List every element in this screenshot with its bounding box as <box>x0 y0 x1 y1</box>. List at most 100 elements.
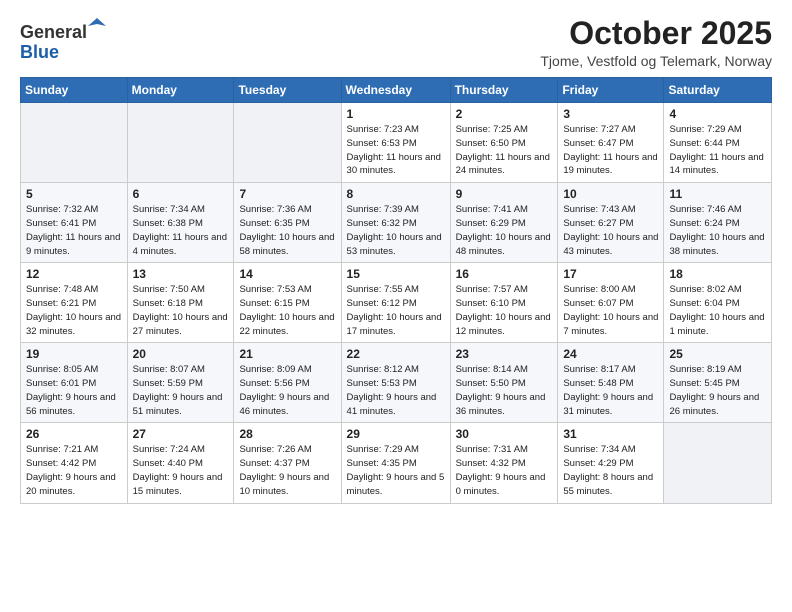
calendar-cell: 5Sunrise: 7:32 AM Sunset: 6:41 PM Daylig… <box>21 183 128 263</box>
day-info: Sunrise: 7:55 AM Sunset: 6:12 PM Dayligh… <box>347 283 445 338</box>
day-number: 23 <box>456 347 553 361</box>
day-info: Sunrise: 7:26 AM Sunset: 4:37 PM Dayligh… <box>239 443 335 498</box>
col-friday: Friday <box>558 78 664 103</box>
calendar-week-5: 26 Sunrise: 7:21 AM Sunset: 4:42 PM Dayli… <box>21 423 772 503</box>
col-wednesday: Wednesday <box>341 78 450 103</box>
day-number: 31 <box>563 427 658 441</box>
calendar-cell: 1Sunrise: 7:23 AM Sunset: 6:53 PM Daylig… <box>341 103 450 183</box>
day-info: Sunrise: 8:05 AM Sunset: 6:01 PM Dayligh… <box>26 363 122 418</box>
day-info: Sunrise: 7:25 AM Sunset: 6:50 PM Dayligh… <box>456 123 553 178</box>
day-info: Sunrise: 7:27 AM Sunset: 6:47 PM Dayligh… <box>563 123 658 178</box>
day-info: Sunrise: 7:41 AM Sunset: 6:29 PM Dayligh… <box>456 203 553 258</box>
calendar-cell: 22Sunrise: 8:12 AM Sunset: 5:53 PM Dayli… <box>341 343 450 423</box>
day-info: Sunrise: 7:29 AM Sunset: 6:44 PM Dayligh… <box>669 123 766 178</box>
day-number: 9 <box>456 187 553 201</box>
calendar-cell: 31Sunrise: 7:34 AM Sunset: 4:29 PM Dayli… <box>558 423 664 503</box>
calendar-cell: 6Sunrise: 7:34 AM Sunset: 6:38 PM Daylig… <box>127 183 234 263</box>
calendar-cell: 12Sunrise: 7:48 AM Sunset: 6:21 PM Dayli… <box>21 263 128 343</box>
calendar-cell: 29 Sunrise: 7:29 AM Sunset: 4:35 PM Dayli… <box>341 423 450 503</box>
calendar-cell: 16 Sunrise: 7:57 AM Sunset: 6:10 PM Dayli… <box>450 263 558 343</box>
day-number: 12 <box>26 267 122 281</box>
day-number: 17 <box>563 267 658 281</box>
day-info: Sunrise: 7:34 AM Sunset: 6:38 PM Dayligh… <box>133 203 229 258</box>
day-number: 8 <box>347 187 445 201</box>
calendar-cell: 20 Sunrise: 8:07 AM Sunset: 5:59 PM Dayli… <box>127 343 234 423</box>
calendar-cell: 10 Sunrise: 7:43 AM Sunset: 6:27 PM Dayli… <box>558 183 664 263</box>
col-monday: Monday <box>127 78 234 103</box>
day-number: 11 <box>669 187 766 201</box>
calendar-cell: 28Sunrise: 7:26 AM Sunset: 4:37 PM Dayli… <box>234 423 341 503</box>
calendar-cell: 13 Sunrise: 7:50 AM Sunset: 6:18 PM Dayli… <box>127 263 234 343</box>
day-number: 7 <box>239 187 335 201</box>
day-info: Sunrise: 7:53 AM Sunset: 6:15 PM Dayligh… <box>239 283 335 338</box>
month-title: October 2025 <box>540 16 772 51</box>
day-info: Sunrise: 8:17 AM Sunset: 5:48 PM Dayligh… <box>563 363 658 418</box>
calendar-cell: 17 Sunrise: 8:00 AM Sunset: 6:07 PM Dayli… <box>558 263 664 343</box>
day-info: Sunrise: 7:31 AM Sunset: 4:32 PM Dayligh… <box>456 443 553 498</box>
day-info: Sunrise: 7:43 AM Sunset: 6:27 PM Dayligh… <box>563 203 658 258</box>
calendar-cell <box>127 103 234 183</box>
day-info: Sunrise: 7:57 AM Sunset: 6:10 PM Dayligh… <box>456 283 553 338</box>
col-tuesday: Tuesday <box>234 78 341 103</box>
day-number: 26 <box>26 427 122 441</box>
calendar-cell: 25 Sunrise: 8:19 AM Sunset: 5:45 PM Dayli… <box>664 343 772 423</box>
day-number: 24 <box>563 347 658 361</box>
day-info: Sunrise: 7:24 AM Sunset: 4:40 PM Dayligh… <box>133 443 229 498</box>
day-number: 3 <box>563 107 658 121</box>
calendar-cell: 15Sunrise: 7:55 AM Sunset: 6:12 PM Dayli… <box>341 263 450 343</box>
calendar-cell: 11Sunrise: 7:46 AM Sunset: 6:24 PM Dayli… <box>664 183 772 263</box>
calendar-cell: 26 Sunrise: 7:21 AM Sunset: 4:42 PM Dayli… <box>21 423 128 503</box>
calendar-week-2: 5Sunrise: 7:32 AM Sunset: 6:41 PM Daylig… <box>21 183 772 263</box>
day-info: Sunrise: 8:07 AM Sunset: 5:59 PM Dayligh… <box>133 363 229 418</box>
day-info: Sunrise: 7:21 AM Sunset: 4:42 PM Dayligh… <box>26 443 122 498</box>
day-info: Sunrise: 8:19 AM Sunset: 5:45 PM Dayligh… <box>669 363 766 418</box>
calendar-week-4: 19 Sunrise: 8:05 AM Sunset: 6:01 PM Dayli… <box>21 343 772 423</box>
calendar-cell: 21Sunrise: 8:09 AM Sunset: 5:56 PM Dayli… <box>234 343 341 423</box>
day-info: Sunrise: 7:23 AM Sunset: 6:53 PM Dayligh… <box>347 123 445 178</box>
day-number: 18 <box>669 267 766 281</box>
day-info: Sunrise: 8:09 AM Sunset: 5:56 PM Dayligh… <box>239 363 335 418</box>
calendar-cell: 30 Sunrise: 7:31 AM Sunset: 4:32 PM Dayli… <box>450 423 558 503</box>
day-number: 16 <box>456 267 553 281</box>
calendar-cell: 14 Sunrise: 7:53 AM Sunset: 6:15 PM Dayli… <box>234 263 341 343</box>
day-info: Sunrise: 7:50 AM Sunset: 6:18 PM Dayligh… <box>133 283 229 338</box>
day-number: 14 <box>239 267 335 281</box>
day-info: Sunrise: 7:36 AM Sunset: 6:35 PM Dayligh… <box>239 203 335 258</box>
day-number: 30 <box>456 427 553 441</box>
col-saturday: Saturday <box>664 78 772 103</box>
calendar-cell <box>21 103 128 183</box>
col-sunday: Sunday <box>21 78 128 103</box>
day-info: Sunrise: 7:39 AM Sunset: 6:32 PM Dayligh… <box>347 203 445 258</box>
day-number: 22 <box>347 347 445 361</box>
calendar-cell: 3 Sunrise: 7:27 AM Sunset: 6:47 PM Daylig… <box>558 103 664 183</box>
title-block: October 2025 Tjome, Vestfold og Telemark… <box>540 16 772 69</box>
logo-bird-icon <box>88 16 106 38</box>
day-info: Sunrise: 8:02 AM Sunset: 6:04 PM Dayligh… <box>669 283 766 338</box>
day-number: 25 <box>669 347 766 361</box>
day-number: 13 <box>133 267 229 281</box>
day-info: Sunrise: 8:00 AM Sunset: 6:07 PM Dayligh… <box>563 283 658 338</box>
day-number: 29 <box>347 427 445 441</box>
page: General Blue October 2025 Tjome, Vestfol… <box>0 0 792 612</box>
calendar-cell <box>234 103 341 183</box>
day-number: 19 <box>26 347 122 361</box>
calendar-week-3: 12Sunrise: 7:48 AM Sunset: 6:21 PM Dayli… <box>21 263 772 343</box>
day-number: 20 <box>133 347 229 361</box>
day-info: Sunrise: 7:32 AM Sunset: 6:41 PM Dayligh… <box>26 203 122 258</box>
calendar-cell: 9 Sunrise: 7:41 AM Sunset: 6:29 PM Daylig… <box>450 183 558 263</box>
calendar-cell <box>664 423 772 503</box>
calendar-week-1: 1Sunrise: 7:23 AM Sunset: 6:53 PM Daylig… <box>21 103 772 183</box>
header: General Blue October 2025 Tjome, Vestfol… <box>20 16 772 69</box>
calendar-cell: 23Sunrise: 8:14 AM Sunset: 5:50 PM Dayli… <box>450 343 558 423</box>
day-number: 2 <box>456 107 553 121</box>
calendar-cell: 2 Sunrise: 7:25 AM Sunset: 6:50 PM Daylig… <box>450 103 558 183</box>
col-thursday: Thursday <box>450 78 558 103</box>
location: Tjome, Vestfold og Telemark, Norway <box>540 53 772 69</box>
day-number: 10 <box>563 187 658 201</box>
logo: General Blue <box>20 16 106 63</box>
day-number: 27 <box>133 427 229 441</box>
calendar-table: Sunday Monday Tuesday Wednesday Thursday… <box>20 77 772 503</box>
day-info: Sunrise: 7:29 AM Sunset: 4:35 PM Dayligh… <box>347 443 445 498</box>
calendar-cell: 8 Sunrise: 7:39 AM Sunset: 6:32 PM Daylig… <box>341 183 450 263</box>
logo-blue: Blue <box>20 42 59 62</box>
